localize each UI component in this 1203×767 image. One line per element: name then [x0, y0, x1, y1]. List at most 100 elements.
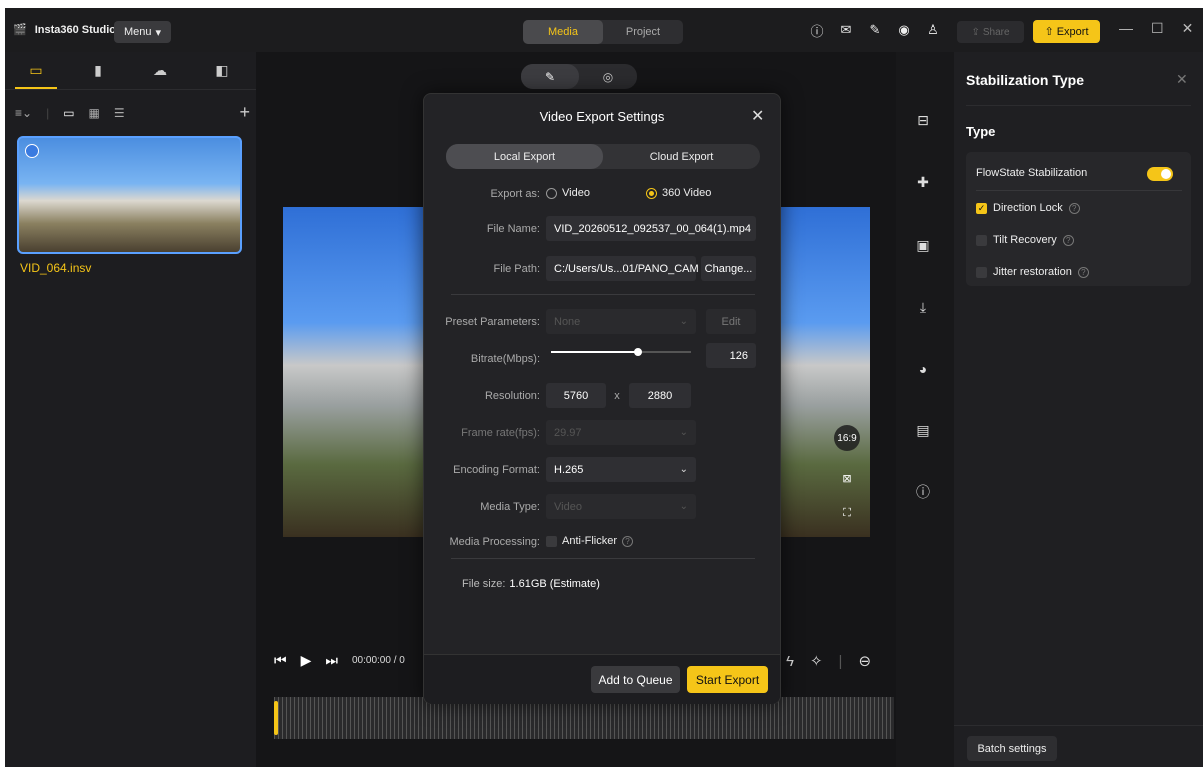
- album-source-icon[interactable]: ◧: [191, 52, 253, 89]
- bitrate-slider[interactable]: [551, 348, 691, 356]
- motion-icon[interactable]: ✧: [810, 652, 823, 670]
- window-controls: — ☐ ✕: [1119, 20, 1193, 37]
- bitrate-input[interactable]: 126: [706, 343, 756, 368]
- list-view-icon[interactable]: ☰: [114, 106, 125, 120]
- mail-icon[interactable]: ✉: [837, 21, 855, 39]
- info-icon[interactable]: ⓘ: [913, 482, 933, 502]
- mode-switch: Media Project: [523, 20, 683, 44]
- add-to-queue-button[interactable]: Add to Queue: [591, 666, 680, 693]
- resolution-height-input[interactable]: 2880: [629, 383, 691, 408]
- media-file-name[interactable]: VID_064.insv: [20, 261, 91, 275]
- view-tools: ≡⌄ | ▭ ▦ ☰ +: [15, 102, 250, 123]
- account-badge-icon[interactable]: ◉: [895, 21, 913, 39]
- media-type-label: Media Type:: [480, 501, 540, 513]
- large-grid-icon[interactable]: ▭: [63, 106, 74, 120]
- anti-flicker-option[interactable]: Anti-Flicker ?: [546, 535, 634, 547]
- help-icon[interactable]: ?: [1062, 234, 1074, 246]
- film-icon[interactable]: ▤: [913, 420, 933, 440]
- share-button[interactable]: ⇪ Share: [957, 21, 1024, 43]
- start-export-button[interactable]: Start Export: [687, 666, 768, 693]
- encoding-value: H.265: [554, 463, 584, 476]
- help-icon[interactable]: ?: [1077, 266, 1089, 278]
- file-name-label: File Name:: [486, 223, 540, 235]
- next-frame-icon[interactable]: ⏭: [325, 652, 338, 669]
- slider-handle[interactable]: [633, 348, 642, 356]
- speed-icon[interactable]: ϟ: [786, 653, 794, 670]
- stabilization-icon[interactable]: ⊟: [913, 110, 933, 130]
- 360-badge-icon: [25, 144, 39, 158]
- option-label: Tilt Recovery: [993, 234, 1057, 246]
- bitrate-label: Bitrate(Mbps):: [470, 353, 540, 365]
- radio-360-video[interactable]: 360 Video: [646, 187, 711, 199]
- plugin-icon[interactable]: ✚: [913, 172, 933, 192]
- help-icon[interactable]: ?: [1068, 202, 1080, 214]
- stabilization-panel: Stabilization Type ✕ Type FlowState Stab…: [954, 52, 1203, 767]
- zoom-out-icon[interactable]: ⊖: [858, 652, 871, 670]
- radio-icon[interactable]: [546, 187, 557, 199]
- tab-cloud-export[interactable]: Cloud Export: [603, 144, 760, 169]
- fullscreen-icon[interactable]: ⛶: [834, 500, 860, 526]
- preset-select[interactable]: None ⌄: [546, 309, 696, 334]
- direction-lock-option[interactable]: ✓ Direction Lock ?: [976, 202, 1080, 214]
- speed-gauge-icon[interactable]: ◕: [913, 359, 933, 379]
- panel-title: Stabilization Type: [966, 72, 1084, 88]
- crop-icon[interactable]: ⊠: [834, 465, 860, 491]
- radio-video[interactable]: Video: [546, 187, 590, 199]
- close-icon[interactable]: ✕: [1176, 71, 1188, 88]
- checkbox-icon[interactable]: [976, 234, 987, 246]
- aspect-ratio-button[interactable]: 16:9: [834, 425, 860, 451]
- file-path-input[interactable]: C:/Users/Us...01/PANO_CAM: [546, 256, 699, 281]
- tilt-recovery-option[interactable]: Tilt Recovery ?: [976, 234, 1074, 246]
- folder-source-icon[interactable]: ▮: [67, 52, 129, 89]
- tab-media[interactable]: Media: [523, 20, 603, 44]
- timeline-tools: ϟ ✧ | ⊖: [786, 652, 871, 671]
- radio-selected-icon[interactable]: [646, 187, 657, 199]
- media-thumbnail[interactable]: [17, 136, 242, 254]
- download-icon[interactable]: ⤓: [913, 297, 933, 317]
- playhead[interactable]: [274, 701, 278, 735]
- jitter-restoration-option[interactable]: Jitter restoration ?: [976, 266, 1089, 278]
- batch-settings-button[interactable]: Batch settings: [967, 736, 1057, 761]
- checkbox-icon[interactable]: [546, 535, 557, 547]
- menu-button[interactable]: Menu ▾: [114, 21, 171, 43]
- effects-icon[interactable]: ▣: [913, 235, 933, 255]
- encoding-select[interactable]: H.265 ⌄: [546, 457, 696, 482]
- close-icon[interactable]: ✕: [1182, 20, 1194, 37]
- user-icon[interactable]: ♙: [924, 21, 942, 39]
- flowstate-toggle[interactable]: [1147, 167, 1173, 181]
- checkbox-icon[interactable]: [976, 266, 987, 278]
- radio-label: Video: [562, 187, 590, 199]
- menu-label: Menu: [123, 26, 152, 38]
- close-icon[interactable]: ✕: [751, 106, 764, 126]
- preview-eye-icon[interactable]: ◎: [579, 64, 637, 89]
- minimize-icon[interactable]: —: [1119, 20, 1133, 37]
- sort-icon[interactable]: ≡⌄: [15, 106, 32, 120]
- export-button[interactable]: ⇧ Export: [1033, 20, 1100, 43]
- feedback-icon[interactable]: ✎: [866, 21, 884, 39]
- help-icon[interactable]: ?: [622, 535, 634, 547]
- tab-local-export[interactable]: Local Export: [446, 144, 603, 169]
- file-name-input[interactable]: VID_20260512_092537_00_064(1).mp4: [546, 216, 756, 241]
- local-source-icon[interactable]: ▭: [5, 52, 67, 89]
- skip-start-icon[interactable]: ⏮: [274, 652, 287, 669]
- help-icon[interactable]: ⓘ: [808, 21, 826, 39]
- export-tabs: Local Export Cloud Export: [446, 144, 760, 169]
- checkbox-checked-icon[interactable]: ✓: [976, 202, 987, 214]
- media-type-select[interactable]: Video ⌄: [546, 494, 696, 519]
- play-icon[interactable]: ▶: [301, 652, 312, 669]
- resolution-width-input[interactable]: 5760: [546, 383, 606, 408]
- cloud-source-icon[interactable]: ☁: [129, 52, 191, 89]
- maximize-icon[interactable]: ☐: [1151, 20, 1164, 37]
- edit-view-icon[interactable]: ✎: [521, 64, 579, 89]
- edit-preset-button[interactable]: Edit: [706, 309, 756, 334]
- radio-label: 360 Video: [662, 187, 712, 199]
- add-media-icon[interactable]: +: [239, 102, 250, 123]
- file-path-label: File Path:: [493, 263, 540, 275]
- clapperboard-icon: 🎬: [13, 24, 27, 36]
- change-path-button[interactable]: Change...: [701, 256, 756, 281]
- title-bar: 🎬 Insta360 Studio Menu ▾ Media Project ⓘ…: [5, 8, 1203, 52]
- tab-project[interactable]: Project: [603, 20, 683, 44]
- divider: [451, 294, 755, 295]
- framerate-select[interactable]: 29.97 ⌄: [546, 420, 696, 445]
- small-grid-icon[interactable]: ▦: [89, 106, 100, 120]
